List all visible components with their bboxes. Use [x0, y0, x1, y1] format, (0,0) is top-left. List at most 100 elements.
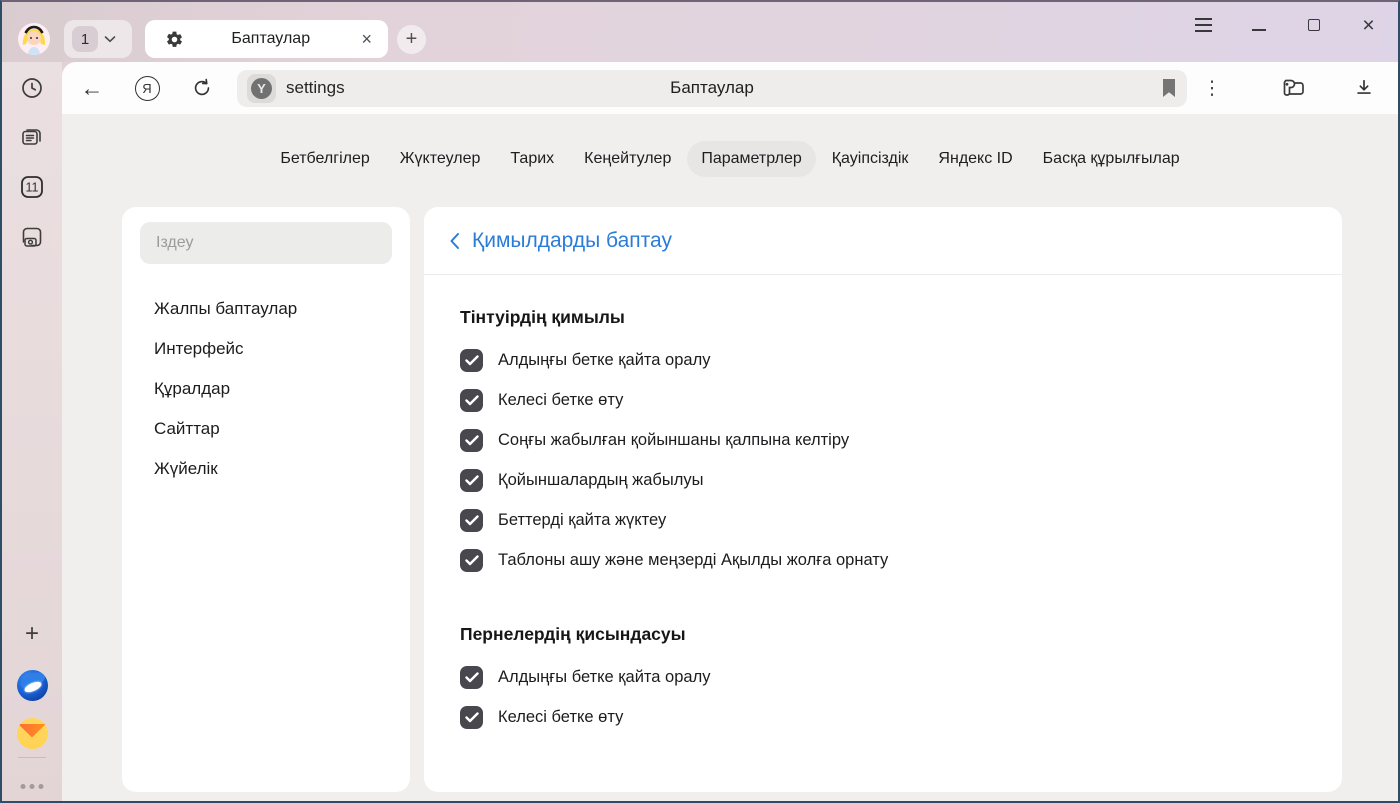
checkbox-label: Алдыңғы бетке қайта оралу — [498, 668, 710, 687]
sidebar-item-system[interactable]: Жүйелік — [140, 449, 392, 489]
checkbox-row[interactable]: Келесі бетке өту — [460, 697, 1304, 737]
gear-icon — [165, 30, 184, 49]
minimize-button[interactable] — [1231, 2, 1286, 48]
checkbox-checked-icon[interactable] — [460, 549, 483, 572]
site-favicon: Y — [247, 74, 276, 103]
yandex-home-button[interactable]: Я — [127, 68, 167, 108]
tab-close-icon[interactable]: × — [357, 29, 376, 50]
rail-divider — [18, 757, 46, 758]
screenshot-button[interactable] — [14, 219, 50, 255]
screenshot-camera-icon — [19, 224, 45, 250]
checkbox-checked-icon[interactable] — [460, 389, 483, 412]
address-bar[interactable]: Y settings Баптаулар — [237, 70, 1187, 107]
checkbox-row[interactable]: Қойыншалардың жабылуы — [460, 460, 1304, 500]
avatar-icon — [18, 23, 50, 55]
checkbox-checked-icon[interactable] — [460, 509, 483, 532]
nav-tab-other-devices[interactable]: Басқа құрылғылар — [1029, 141, 1194, 177]
sidebar-item-tools[interactable]: Құралдар — [140, 369, 392, 409]
checkbox-label: Келесі бетке өту — [498, 708, 623, 727]
checkbox-row[interactable]: Алдыңғы бетке қайта оралу — [460, 657, 1304, 697]
address-more-button[interactable]: ⋮ — [1199, 68, 1225, 108]
nav-tab-extensions[interactable]: Кеңейтулер — [570, 141, 685, 177]
window-controls: × — [1176, 2, 1396, 48]
refresh-icon — [191, 77, 213, 99]
new-tab-button[interactable]: + — [397, 25, 426, 54]
gestures-settings-body: Тінтуірдің қимылы Алдыңғы бетке қайта ор… — [424, 275, 1342, 737]
url-text: settings — [286, 78, 345, 98]
section-title-mouse: Тінтуірдің қимылы — [460, 307, 1304, 328]
nav-tab-settings[interactable]: Параметрлер — [687, 141, 815, 177]
checkbox-checked-icon[interactable] — [460, 469, 483, 492]
history-button[interactable] — [14, 70, 50, 106]
tabs-panel-button[interactable]: 11 — [14, 169, 50, 205]
checkbox-checked-icon[interactable] — [460, 429, 483, 452]
keychain-icon — [1280, 76, 1306, 100]
feed-icon — [19, 125, 45, 149]
hamburger-icon — [1195, 18, 1212, 31]
nav-tab-security[interactable]: Қауіпсіздік — [818, 141, 923, 177]
gestures-back-header[interactable]: Қимылдарды баптау — [424, 207, 1342, 275]
page-title: Қимылдарды баптау — [472, 229, 672, 253]
toolbar-right-tools — [1273, 68, 1398, 108]
yandex-logo-icon: Я — [135, 76, 160, 101]
rail-add-button[interactable]: + — [14, 616, 50, 652]
search-input[interactable] — [140, 222, 392, 264]
sidebar-item-interface[interactable]: Интерфейс — [140, 329, 392, 369]
bookmark-button[interactable] — [1161, 78, 1177, 98]
settings-nav-tabs: Бетбелгілер Жүктеулер Тарих Кеңейтулер П… — [62, 141, 1398, 177]
clock-icon — [20, 76, 44, 100]
profile-avatar[interactable] — [18, 23, 50, 55]
toolbar-row: ← Я Y settings Баптаулар — [62, 62, 1398, 114]
nav-tab-history[interactable]: Тарих — [496, 141, 568, 177]
maximize-icon — [1308, 19, 1320, 31]
key-combo-section: Пернелердің қисындасуы Алдыңғы бетке қай… — [460, 624, 1304, 737]
yandex-mail-icon — [17, 718, 48, 749]
gestures-settings-panel: Қимылдарды баптау Тінтуірдің қимылы Алды… — [424, 207, 1342, 792]
refresh-button[interactable] — [182, 68, 222, 108]
tabs-count-badge: 11 — [19, 174, 45, 200]
settings-sidebar-panel: Жалпы баптаулар Интерфейс Құралдар Сайтт… — [122, 207, 410, 792]
section-title-keys: Пернелердің қисындасуы — [460, 624, 1304, 645]
chevron-left-icon — [440, 227, 468, 255]
yandex-browser-shortcut[interactable] — [14, 667, 50, 703]
tab-count-badge: 1 — [72, 26, 98, 52]
minimize-icon — [1252, 29, 1266, 31]
downloads-button[interactable] — [1344, 68, 1384, 108]
settings-menu: Жалпы баптаулар Интерфейс Құралдар Сайтт… — [140, 289, 392, 489]
rail-more-button[interactable] — [21, 784, 44, 789]
checkbox-checked-icon[interactable] — [460, 349, 483, 372]
nav-tab-yandex-id[interactable]: Яндекс ID — [924, 141, 1026, 177]
yandex-browser-icon — [17, 670, 48, 701]
checkbox-row[interactable]: Соңғы жабылған қойыншаны қалпына келтіру — [460, 420, 1304, 460]
sidebar-item-sites[interactable]: Сайттар — [140, 409, 392, 449]
checkbox-checked-icon[interactable] — [460, 666, 483, 689]
checkbox-checked-icon[interactable] — [460, 706, 483, 729]
tab-title: Баптаулар — [184, 30, 357, 48]
close-window-button[interactable]: × — [1341, 2, 1396, 48]
nav-tab-bookmarks[interactable]: Бетбелгілер — [266, 141, 383, 177]
feed-button[interactable] — [14, 119, 50, 155]
tab-group-counter[interactable]: 1 — [64, 20, 132, 58]
settings-page: Бетбелгілер Жүктеулер Тарих Кеңейтулер П… — [62, 114, 1398, 801]
checkbox-row[interactable]: Алдыңғы бетке қайта оралу — [460, 340, 1304, 380]
nav-tab-downloads[interactable]: Жүктеулер — [386, 141, 495, 177]
checkbox-label: Таблоны ашу және меңзерді Ақылды жолға о… — [498, 551, 888, 570]
back-button[interactable]: ← — [72, 68, 112, 108]
toolbar: ← Я Y settings Баптаулар — [62, 62, 1398, 114]
mouse-gestures-section: Тінтуірдің қимылы Алдыңғы бетке қайта ор… — [460, 307, 1304, 580]
browser-window: 1 Баптаулар × + × — [0, 0, 1400, 803]
checkbox-row[interactable]: Беттерді қайта жүктеу — [460, 500, 1304, 540]
checkbox-label: Алдыңғы бетке қайта оралу — [498, 351, 710, 370]
browser-menu-button[interactable] — [1176, 2, 1231, 48]
yandex-mail-shortcut[interactable] — [14, 715, 50, 751]
checkbox-row[interactable]: Таблоны ашу және меңзерді Ақылды жолға о… — [460, 540, 1304, 580]
chevron-down-icon — [104, 35, 116, 43]
svg-text:11: 11 — [26, 180, 39, 194]
sidebar-item-general[interactable]: Жалпы баптаулар — [140, 289, 392, 329]
password-manager-button[interactable] — [1273, 68, 1313, 108]
checkbox-row[interactable]: Келесі бетке өту — [460, 380, 1304, 420]
tab-settings[interactable]: Баптаулар × — [145, 20, 388, 58]
checkbox-label: Келесі бетке өту — [498, 391, 623, 410]
maximize-button[interactable] — [1286, 2, 1341, 48]
settings-favicon-icon: Y — [251, 78, 272, 99]
